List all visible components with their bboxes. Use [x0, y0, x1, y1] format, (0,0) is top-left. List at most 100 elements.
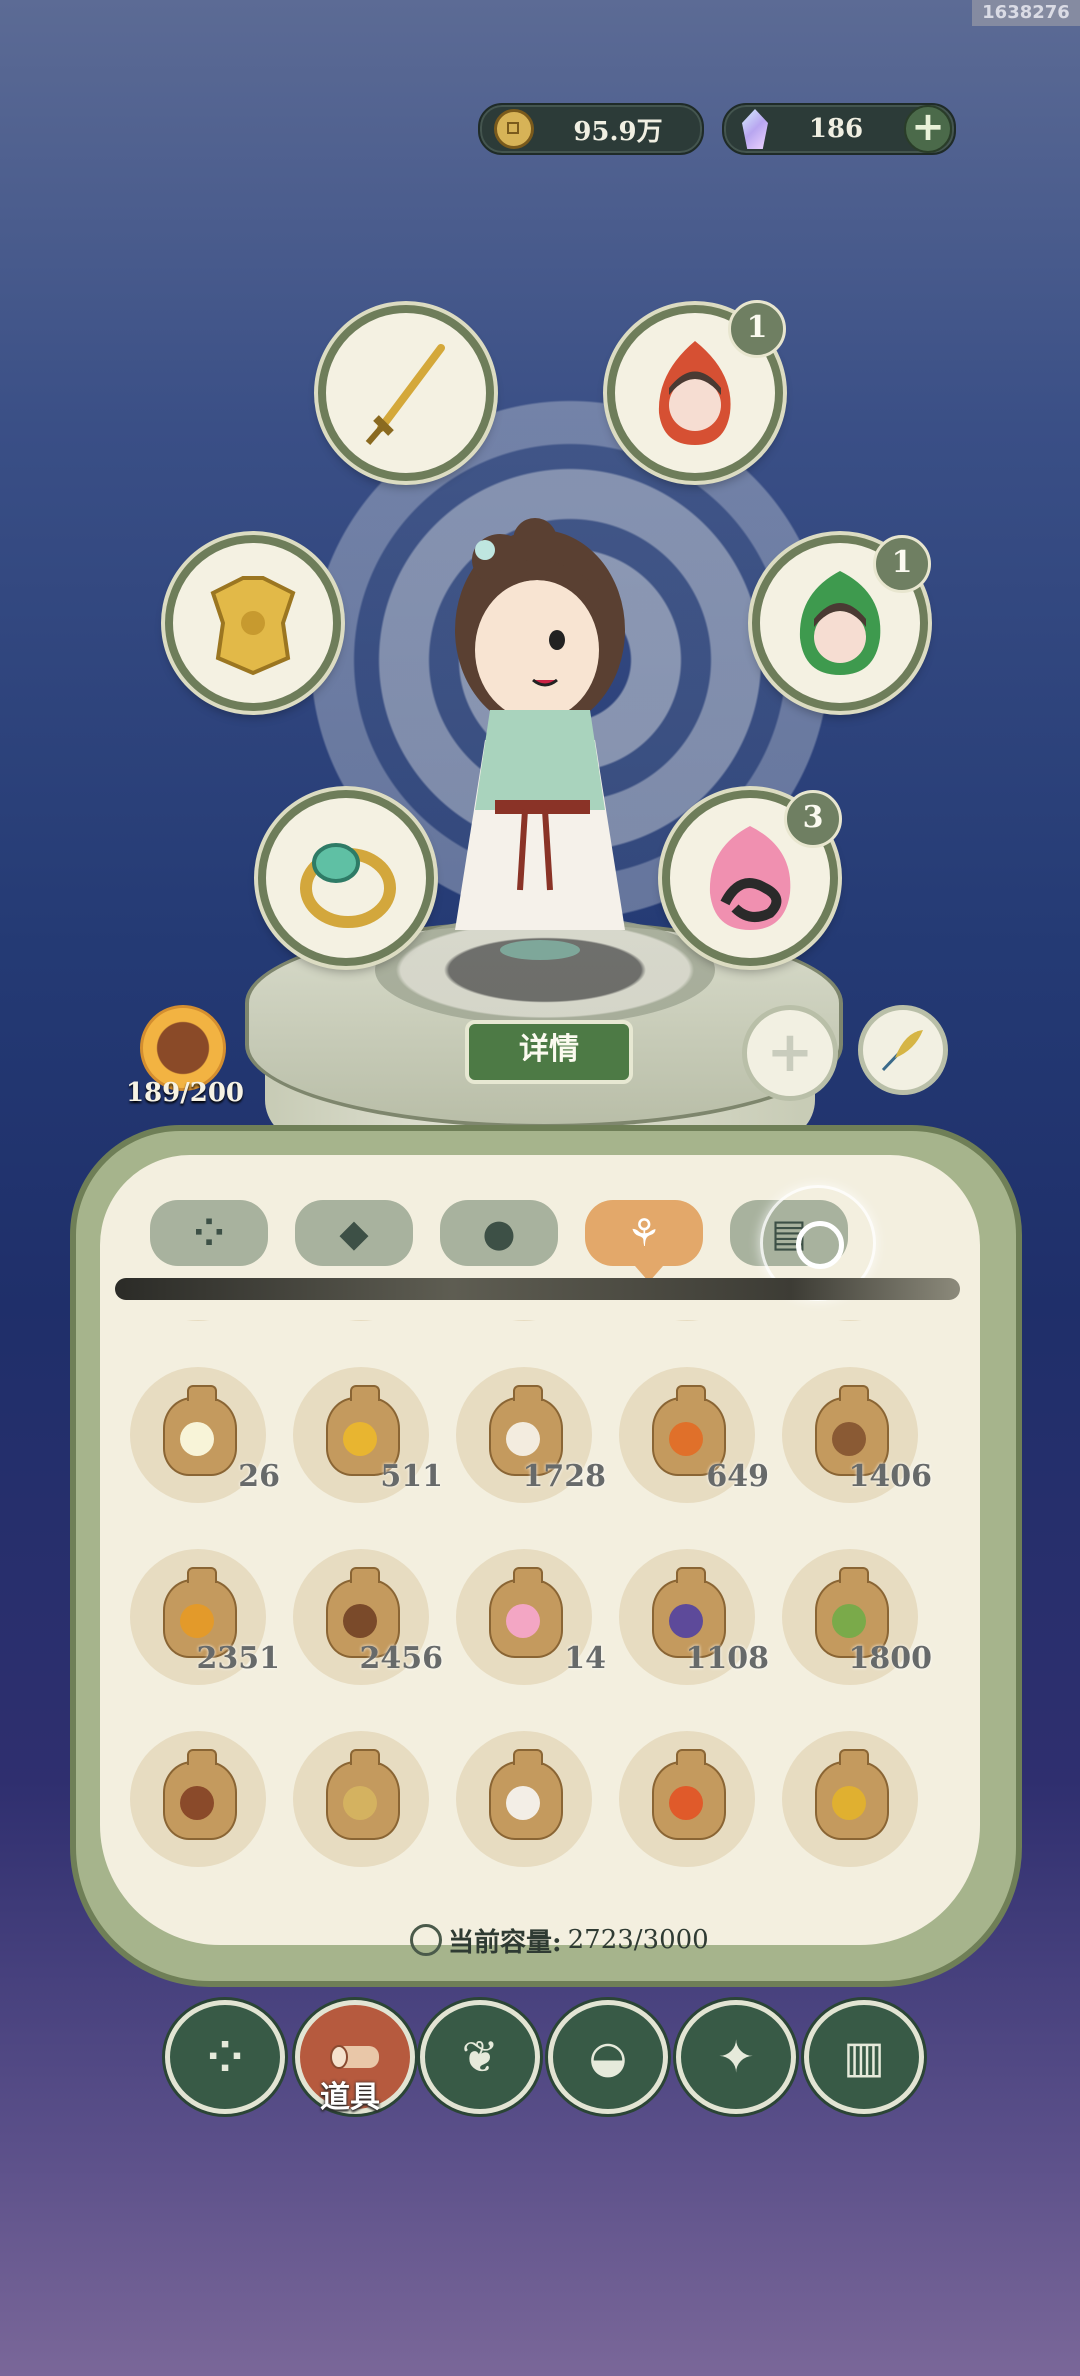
- gem-value: 186: [808, 114, 864, 144]
- item-slot[interactable]: 2456: [293, 1549, 443, 1689]
- ring-slot[interactable]: [258, 790, 434, 966]
- level-progress: 189/200: [125, 1078, 245, 1108]
- item-count: 1108: [685, 1641, 770, 1676]
- tab-seeds[interactable]: ⚘: [585, 1200, 703, 1282]
- item-count: 1728: [522, 1459, 607, 1494]
- item-slot-background: [782, 1320, 918, 1321]
- item-slot[interactable]: [456, 1731, 596, 1871]
- persimmon-seed-icon: [669, 1422, 703, 1456]
- mushroom-seed-icon: [506, 1422, 540, 1456]
- tab-all[interactable]: ⁘: [150, 1200, 268, 1266]
- item-slot[interactable]: 1800: [782, 1549, 932, 1689]
- item-slot[interactable]: 856: [130, 1320, 270, 1325]
- bowl-icon: ◒: [588, 2031, 628, 2083]
- pear-seed-icon: [343, 1422, 377, 1456]
- item-slot[interactable]: [293, 1731, 433, 1871]
- feather-icon: [881, 1030, 923, 1072]
- item-slot[interactable]: 606: [456, 1320, 596, 1325]
- target-icon: [796, 1221, 844, 1269]
- tab-materials[interactable]: ◆: [295, 1200, 413, 1266]
- sword-icon: [365, 344, 445, 445]
- nav-scroll[interactable]: ▥: [804, 2000, 924, 2114]
- item-grid: 856 5379 606 7024 820 26 511 1728 649 1406 2351 245…: [130, 1320, 960, 1895]
- map-piece-icon: ✦: [717, 2031, 755, 2083]
- item-slot[interactable]: 1728: [456, 1367, 606, 1507]
- coin-value: 95.9万: [573, 116, 663, 147]
- item-slot[interactable]: [782, 1731, 922, 1871]
- detail-button[interactable]: 详情: [465, 1020, 633, 1084]
- item-slot[interactable]: 649: [619, 1367, 769, 1507]
- item-count: 1406: [848, 1459, 933, 1494]
- grape-seed-icon: [669, 1604, 703, 1638]
- item-count: 2351: [196, 1641, 281, 1676]
- item-slot[interactable]: 820: [782, 1320, 922, 1325]
- gem-counter: 186 +: [722, 103, 956, 155]
- item-slot[interactable]: 1108: [619, 1549, 769, 1689]
- item-slot[interactable]: 1406: [782, 1367, 932, 1507]
- item-count: 26: [238, 1459, 280, 1494]
- item-slot[interactable]: 14: [456, 1549, 606, 1689]
- plus-icon: +: [766, 1020, 814, 1085]
- gem-icon: [742, 109, 768, 149]
- tab-pills[interactable]: ●: [440, 1200, 558, 1266]
- nav-map[interactable]: ✦: [676, 2000, 796, 2114]
- apple-seed-icon: [669, 1786, 703, 1820]
- item-slot[interactable]: [619, 1731, 759, 1871]
- item-count: 511: [380, 1459, 443, 1494]
- nav-items-label: 道具: [320, 2080, 380, 2115]
- item-count: 14: [564, 1641, 606, 1676]
- spirit-leaf-count: 1: [873, 535, 931, 593]
- weapon-slot[interactable]: [318, 305, 494, 481]
- nav-cooking[interactable]: ◒: [548, 2000, 668, 2114]
- item-slot[interactable]: 2351: [130, 1549, 280, 1689]
- brush-divider: [115, 1278, 960, 1300]
- nav-grid[interactable]: ⁘: [165, 2000, 285, 2114]
- sprout-icon: ⚘: [626, 1211, 662, 1255]
- item-slot-background: [619, 1320, 755, 1321]
- almond-seed-icon: [832, 1422, 866, 1456]
- cotton-seed-icon: [506, 1786, 540, 1820]
- item-slot-background: [456, 1320, 592, 1321]
- pill-icon: ●: [482, 1211, 516, 1255]
- item-slot[interactable]: 7024: [619, 1320, 759, 1325]
- capacity-label: 当前容量:: [448, 1927, 562, 1958]
- watermark-id: 1638276: [972, 0, 1080, 26]
- scroll-icon: ▥: [843, 2031, 885, 2083]
- item-slot[interactable]: 26: [130, 1367, 280, 1507]
- item-slot-background: [293, 1320, 429, 1321]
- add-gems-button[interactable]: +: [904, 105, 952, 153]
- capacity-indicator: 当前容量: 2723/3000: [410, 1920, 740, 1960]
- coin-icon: [494, 109, 534, 149]
- item-count: 649: [706, 1459, 769, 1494]
- feather-button[interactable]: [858, 1005, 948, 1095]
- item-slot[interactable]: [130, 1731, 270, 1871]
- ore-icon: ◆: [339, 1211, 369, 1255]
- grid-icon: ⁘: [193, 1211, 225, 1255]
- herb-icon: ❦: [461, 2031, 499, 2083]
- plus-icon: +: [911, 104, 945, 150]
- corn-seed-icon: [832, 1786, 866, 1820]
- millet-seed-icon: [343, 1786, 377, 1820]
- shiitake-seed-icon: [343, 1604, 377, 1638]
- fire-spirit-icon: [658, 341, 731, 445]
- add-slot-button[interactable]: +: [742, 1005, 838, 1101]
- item-slot[interactable]: 5379: [293, 1320, 433, 1325]
- capacity-icon: [410, 1924, 442, 1956]
- grid-icon: ⁘: [206, 2031, 244, 2083]
- armor-slot[interactable]: [165, 535, 341, 711]
- item-count: 1800: [848, 1641, 933, 1676]
- coin-counter: 95.9万: [478, 103, 704, 155]
- ring-icon: [300, 843, 396, 928]
- spirit-snake-count: 3: [784, 790, 842, 848]
- nav-herbs[interactable]: ❦: [420, 2000, 540, 2114]
- flower-seed-icon: [180, 1422, 214, 1456]
- spirit-fire-count: 1: [728, 300, 786, 358]
- character-portrait[interactable]: [425, 510, 655, 980]
- item-slot[interactable]: 511: [293, 1367, 443, 1507]
- gourd-seed-icon: [180, 1604, 214, 1638]
- item-slot-background: [130, 1320, 266, 1321]
- armor-icon: [210, 576, 296, 676]
- capacity-value: 2723/3000: [567, 1925, 709, 1955]
- lotus-seed-icon: [506, 1604, 540, 1638]
- item-count: 2456: [359, 1641, 444, 1676]
